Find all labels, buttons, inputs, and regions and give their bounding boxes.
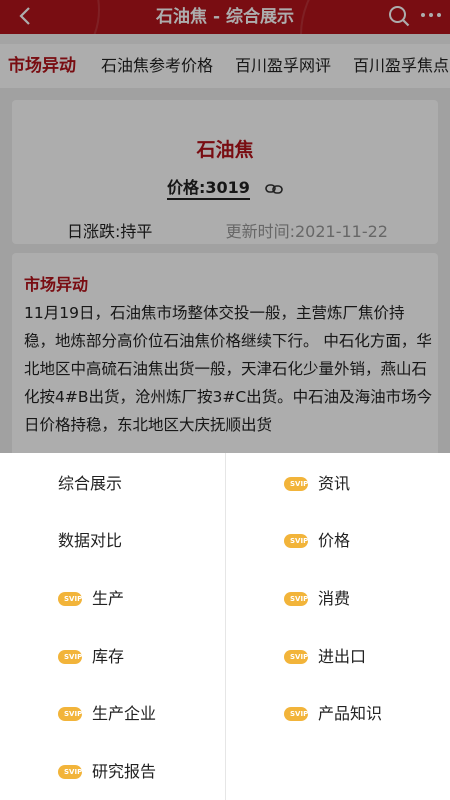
menu-item-enterprises[interactable]: SVIP 生产企业 [58,698,156,730]
menu-item-overview[interactable]: 综合展示 [58,468,122,500]
svip-badge-icon: SVIP [284,649,308,664]
svip-badge-icon: SVIP [58,764,82,779]
menu-divider [225,453,226,800]
menu-item-label: 生产 [92,589,125,608]
svip-badge-icon: SVIP [284,706,308,721]
menu-item-label: 消费 [318,589,351,608]
menu-item-price[interactable]: SVIP 价格 [284,525,350,557]
svip-badge-icon: SVIP [284,591,308,606]
menu-item-data-compare[interactable]: 数据对比 [58,525,122,557]
menu-item-label: 生产企业 [92,704,157,723]
svip-badge-icon: SVIP [284,533,308,548]
menu-item-consumption[interactable]: SVIP 消费 [284,583,350,615]
menu-item-reports[interactable]: SVIP 研究报告 [58,756,156,788]
category-menu-sheet: 综合展示 数据对比 SVIP 生产 SVIP 库存 SVIP 生产企业 SVIP 研究报… [0,453,450,800]
svip-badge-icon: SVIP [284,476,308,491]
menu-item-news[interactable]: SVIP 资讯 [284,468,350,500]
menu-item-label: 价格 [318,531,351,550]
svip-badge-icon: SVIP [58,649,82,664]
menu-item-label: 进出口 [318,647,367,666]
svip-badge-icon: SVIP [58,591,82,606]
menu-item-label: 研究报告 [92,762,157,781]
menu-item-production[interactable]: SVIP 生产 [58,583,124,615]
menu-item-label: 综合展示 [58,474,123,493]
svip-badge-icon: SVIP [58,706,82,721]
menu-item-product-knowledge[interactable]: SVIP 产品知识 [284,698,382,730]
menu-item-label: 库存 [92,647,125,666]
menu-item-label: 资讯 [318,474,351,493]
menu-item-import-export[interactable]: SVIP 进出口 [284,641,366,673]
menu-item-inventory[interactable]: SVIP 库存 [58,641,124,673]
menu-item-label: 数据对比 [58,531,123,550]
menu-item-label: 产品知识 [318,704,383,723]
